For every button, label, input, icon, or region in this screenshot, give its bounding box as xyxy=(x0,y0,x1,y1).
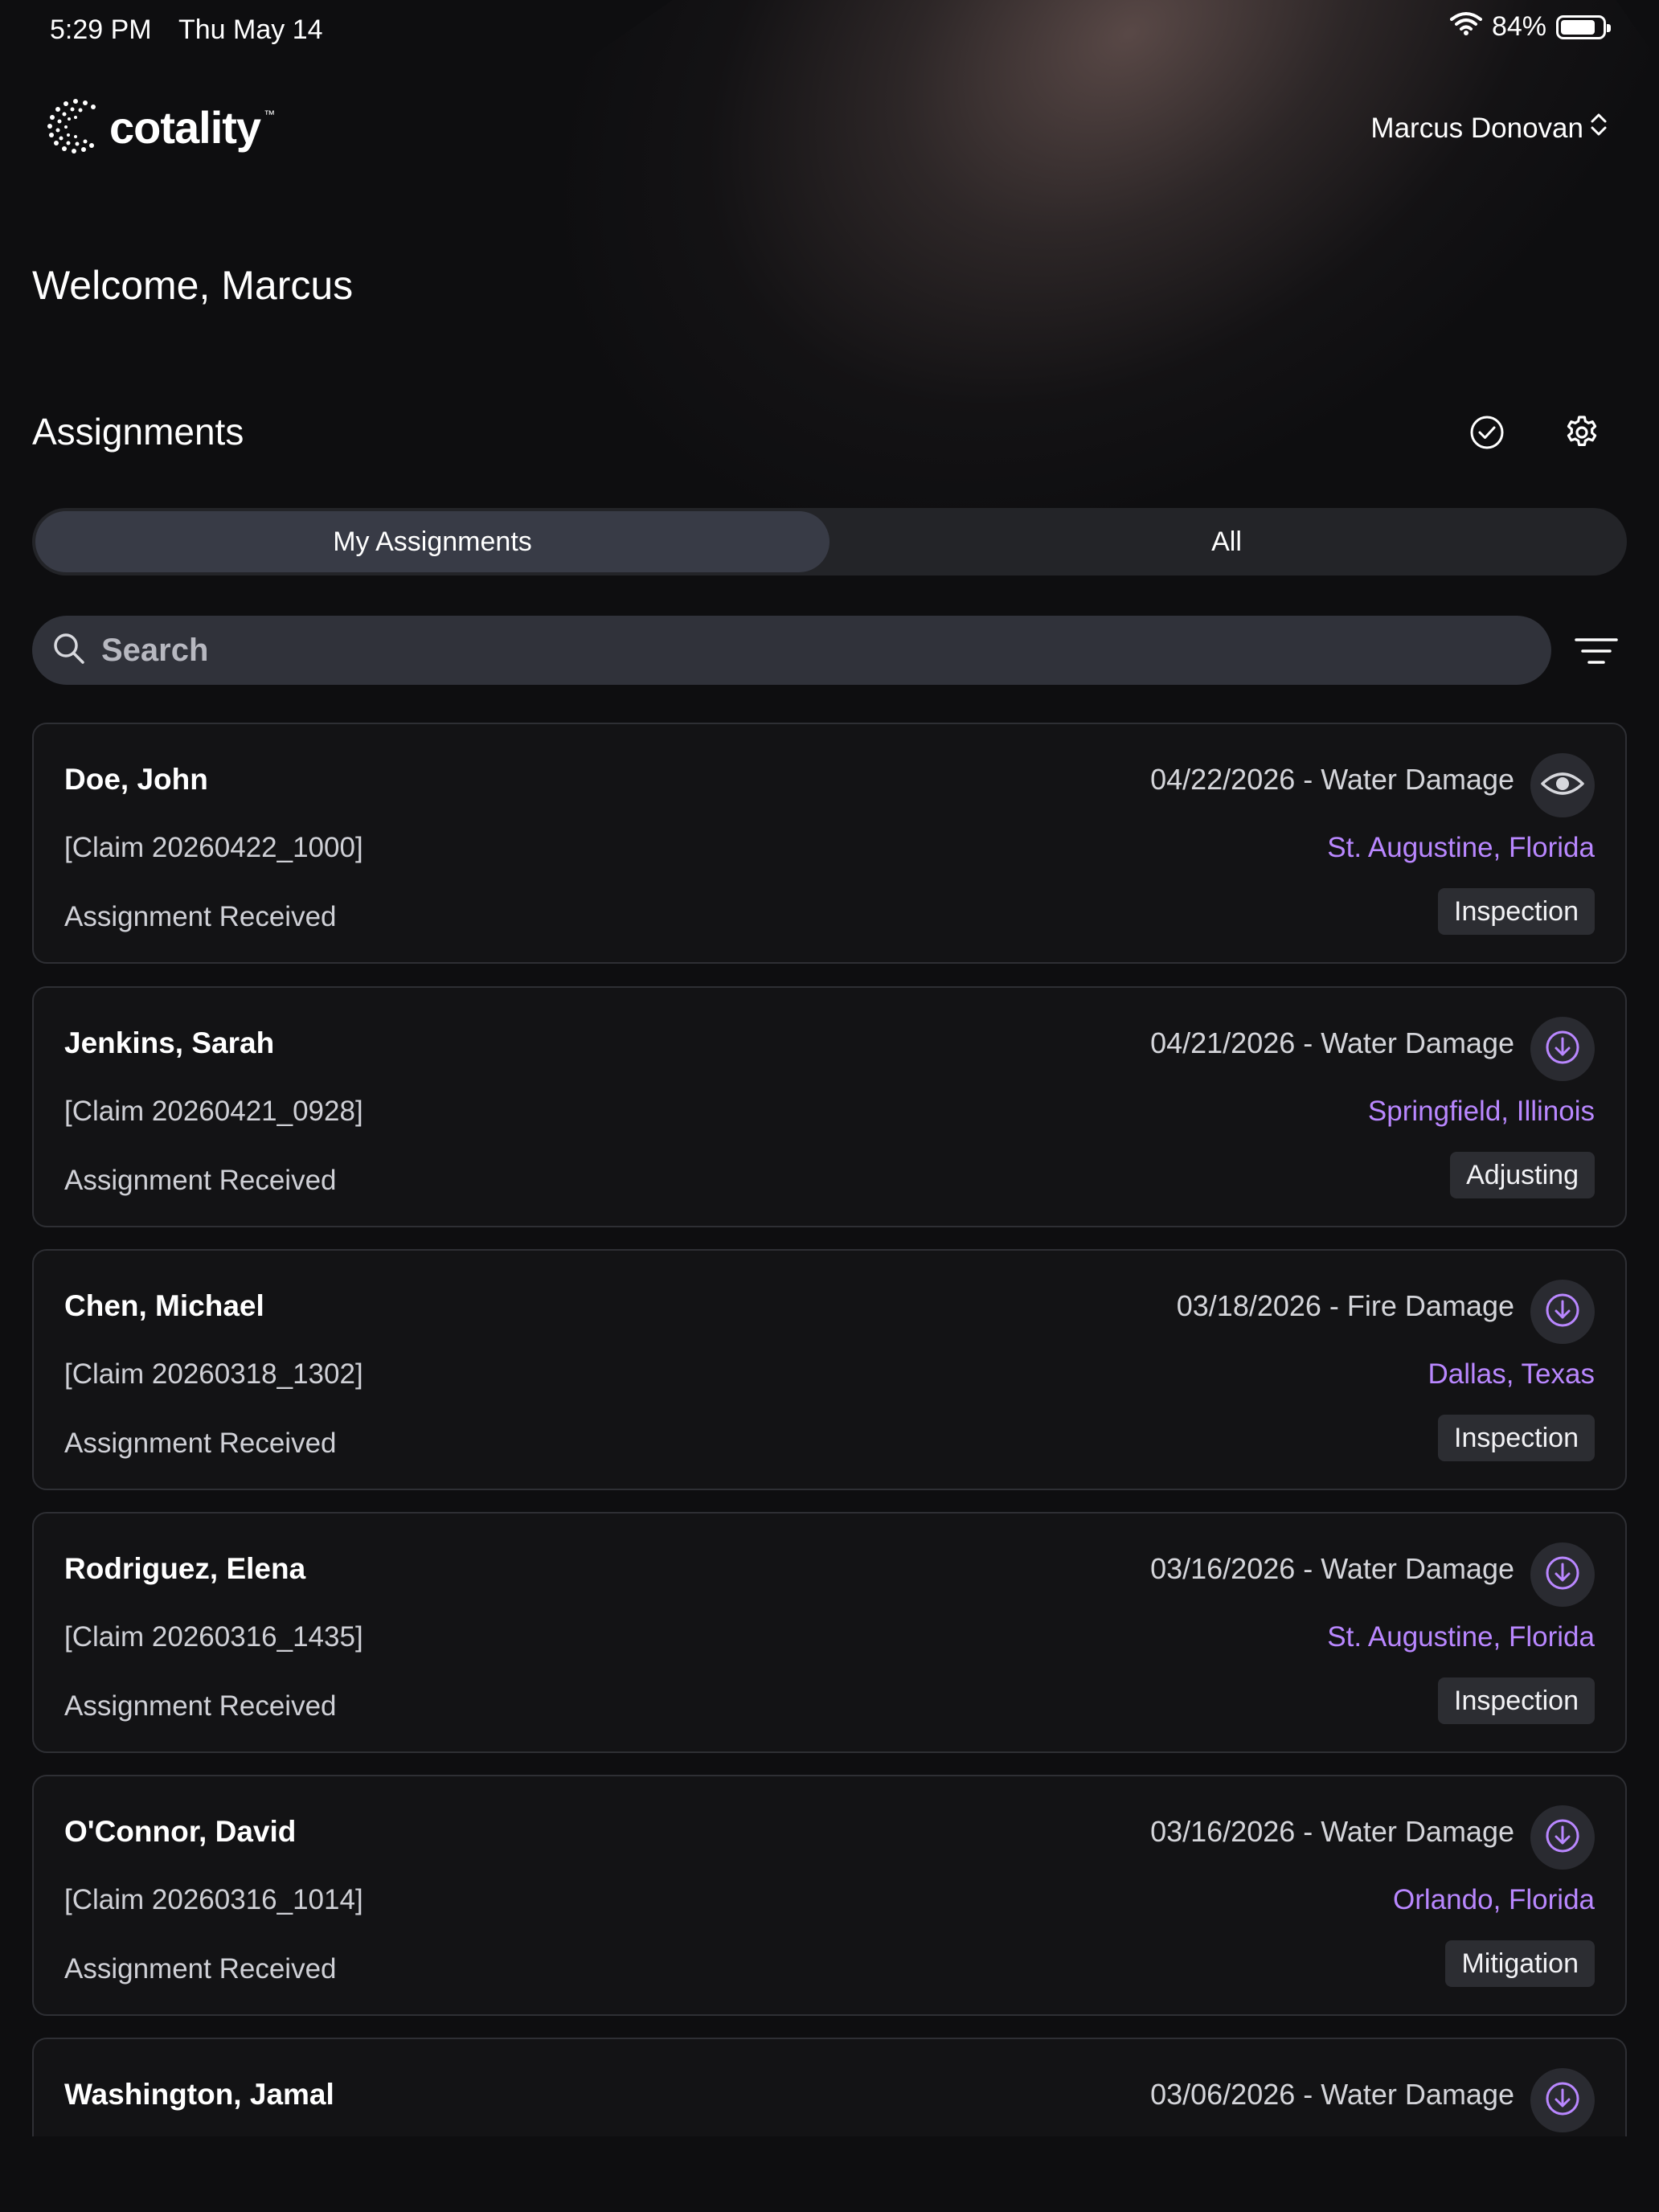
insured-name: Washington, Jamal xyxy=(64,2078,334,2111)
assignment-type-badge: Mitigation xyxy=(1445,1940,1595,1987)
welcome-heading: Welcome, Marcus xyxy=(32,263,354,308)
download-button[interactable] xyxy=(1530,1542,1595,1607)
insured-name: O'Connor, David xyxy=(64,1815,297,1848)
loss-location: Dallas, Texas xyxy=(1428,1358,1595,1390)
logo-trademark: ™ xyxy=(264,108,276,121)
insured-name: Chen, Michael xyxy=(64,1289,264,1322)
bottom-fade xyxy=(0,2136,1659,2212)
assignment-card[interactable]: Chen, Michael [Claim 20260318_1302] Assi… xyxy=(32,1249,1627,1490)
assignment-status: Assignment Received xyxy=(64,1428,337,1459)
download-button[interactable] xyxy=(1530,1805,1595,1870)
assignment-card[interactable]: Jenkins, Sarah [Claim 20260421_0928] Ass… xyxy=(32,986,1627,1227)
download-icon xyxy=(1544,1817,1581,1858)
user-name: Marcus Donovan xyxy=(1370,112,1583,144)
filter-lines-icon xyxy=(1574,638,1619,674)
status-bar: 5:29 PM Thu May 14 84% xyxy=(0,0,1659,58)
assignments-title: Assignments xyxy=(32,411,244,453)
check-circle-icon xyxy=(1469,414,1505,455)
claim-number: [Claim 20260318_1302] xyxy=(64,1358,363,1390)
download-button[interactable] xyxy=(1530,1280,1595,1344)
insured-name: Doe, John xyxy=(64,763,208,796)
assignment-status: Assignment Received xyxy=(64,901,337,932)
loss-location: St. Augustine, Florida xyxy=(1327,1621,1595,1653)
view-button[interactable] xyxy=(1530,753,1595,817)
loss-date-type: 04/22/2026 - Water Damage xyxy=(1150,763,1514,796)
assignment-status: Assignment Received xyxy=(64,1690,337,1722)
filter-button[interactable] xyxy=(1574,632,1619,670)
download-button[interactable] xyxy=(1530,2068,1595,2132)
insured-name: Jenkins, Sarah xyxy=(64,1026,275,1059)
user-switcher[interactable]: Marcus Donovan xyxy=(1370,111,1609,145)
assignment-type-badge: Adjusting xyxy=(1450,1152,1595,1198)
download-button[interactable] xyxy=(1530,1017,1595,1081)
download-icon xyxy=(1544,1292,1581,1333)
assignment-type-badge: Inspection xyxy=(1438,1415,1595,1461)
eye-icon xyxy=(1540,769,1585,802)
gear-icon xyxy=(1563,413,1601,456)
chevron-up-down-icon xyxy=(1588,111,1609,145)
battery-fill xyxy=(1561,19,1595,35)
loss-location: Springfield, Illinois xyxy=(1367,1096,1595,1127)
claim-number: [Claim 20260316_1435] xyxy=(64,1621,363,1653)
tab-all[interactable]: All xyxy=(830,511,1624,572)
download-icon xyxy=(1544,1029,1581,1070)
search-bar xyxy=(32,616,1551,685)
loss-date-type: 04/21/2026 - Water Damage xyxy=(1150,1026,1514,1059)
insured-name: Rodriguez, Elena xyxy=(64,1552,306,1585)
cotality-logo: cotality ™ xyxy=(45,95,275,160)
wifi-icon xyxy=(1449,11,1482,43)
download-icon xyxy=(1544,1555,1581,1596)
assignment-card[interactable]: Doe, John [Claim 20260422_1000] Assignme… xyxy=(32,723,1627,964)
tab-my-assignments[interactable]: My Assignments xyxy=(35,511,830,572)
assignment-status: Assignment Received xyxy=(64,1953,337,1985)
loss-date-type: 03/18/2026 - Fire Damage xyxy=(1176,1289,1514,1322)
loss-date-type: 03/16/2026 - Water Damage xyxy=(1150,1815,1514,1848)
logo-mark-icon xyxy=(45,95,106,160)
search-icon xyxy=(51,631,87,670)
assignment-type-badge: Inspection xyxy=(1438,1677,1595,1724)
status-time: 5:29 PM xyxy=(50,14,152,45)
claim-number: [Claim 20260421_0928] xyxy=(64,1096,363,1127)
completed-filter-button[interactable] xyxy=(1463,410,1511,458)
loss-date-type: 03/06/2026 - Water Damage xyxy=(1150,2078,1514,2111)
assignment-card[interactable]: Rodriguez, Elena [Claim 20260316_1435] A… xyxy=(32,1512,1627,1753)
download-icon xyxy=(1544,2080,1581,2121)
battery-percent: 84% xyxy=(1491,11,1546,42)
loss-date-type: 03/16/2026 - Water Damage xyxy=(1150,1552,1514,1585)
loss-location: Orlando, Florida xyxy=(1393,1884,1595,1915)
claim-number: [Claim 20260422_1000] xyxy=(64,832,363,863)
search-input[interactable] xyxy=(100,631,1469,670)
assignment-status: Assignment Received xyxy=(64,1165,337,1196)
settings-button[interactable] xyxy=(1558,410,1606,458)
status-right: 84% xyxy=(1449,11,1611,43)
logo-text: cotality xyxy=(109,102,261,153)
battery-icon xyxy=(1556,14,1611,39)
status-date: Thu May 14 xyxy=(178,14,323,45)
assignment-type-badge: Inspection xyxy=(1438,888,1595,935)
claim-number: [Claim 20260316_1014] xyxy=(64,1884,363,1915)
assignment-card[interactable]: O'Connor, David [Claim 20260316_1014] As… xyxy=(32,1775,1627,2016)
assignment-scope-tabs: My Assignments All xyxy=(32,508,1627,576)
loss-location: St. Augustine, Florida xyxy=(1327,832,1595,863)
